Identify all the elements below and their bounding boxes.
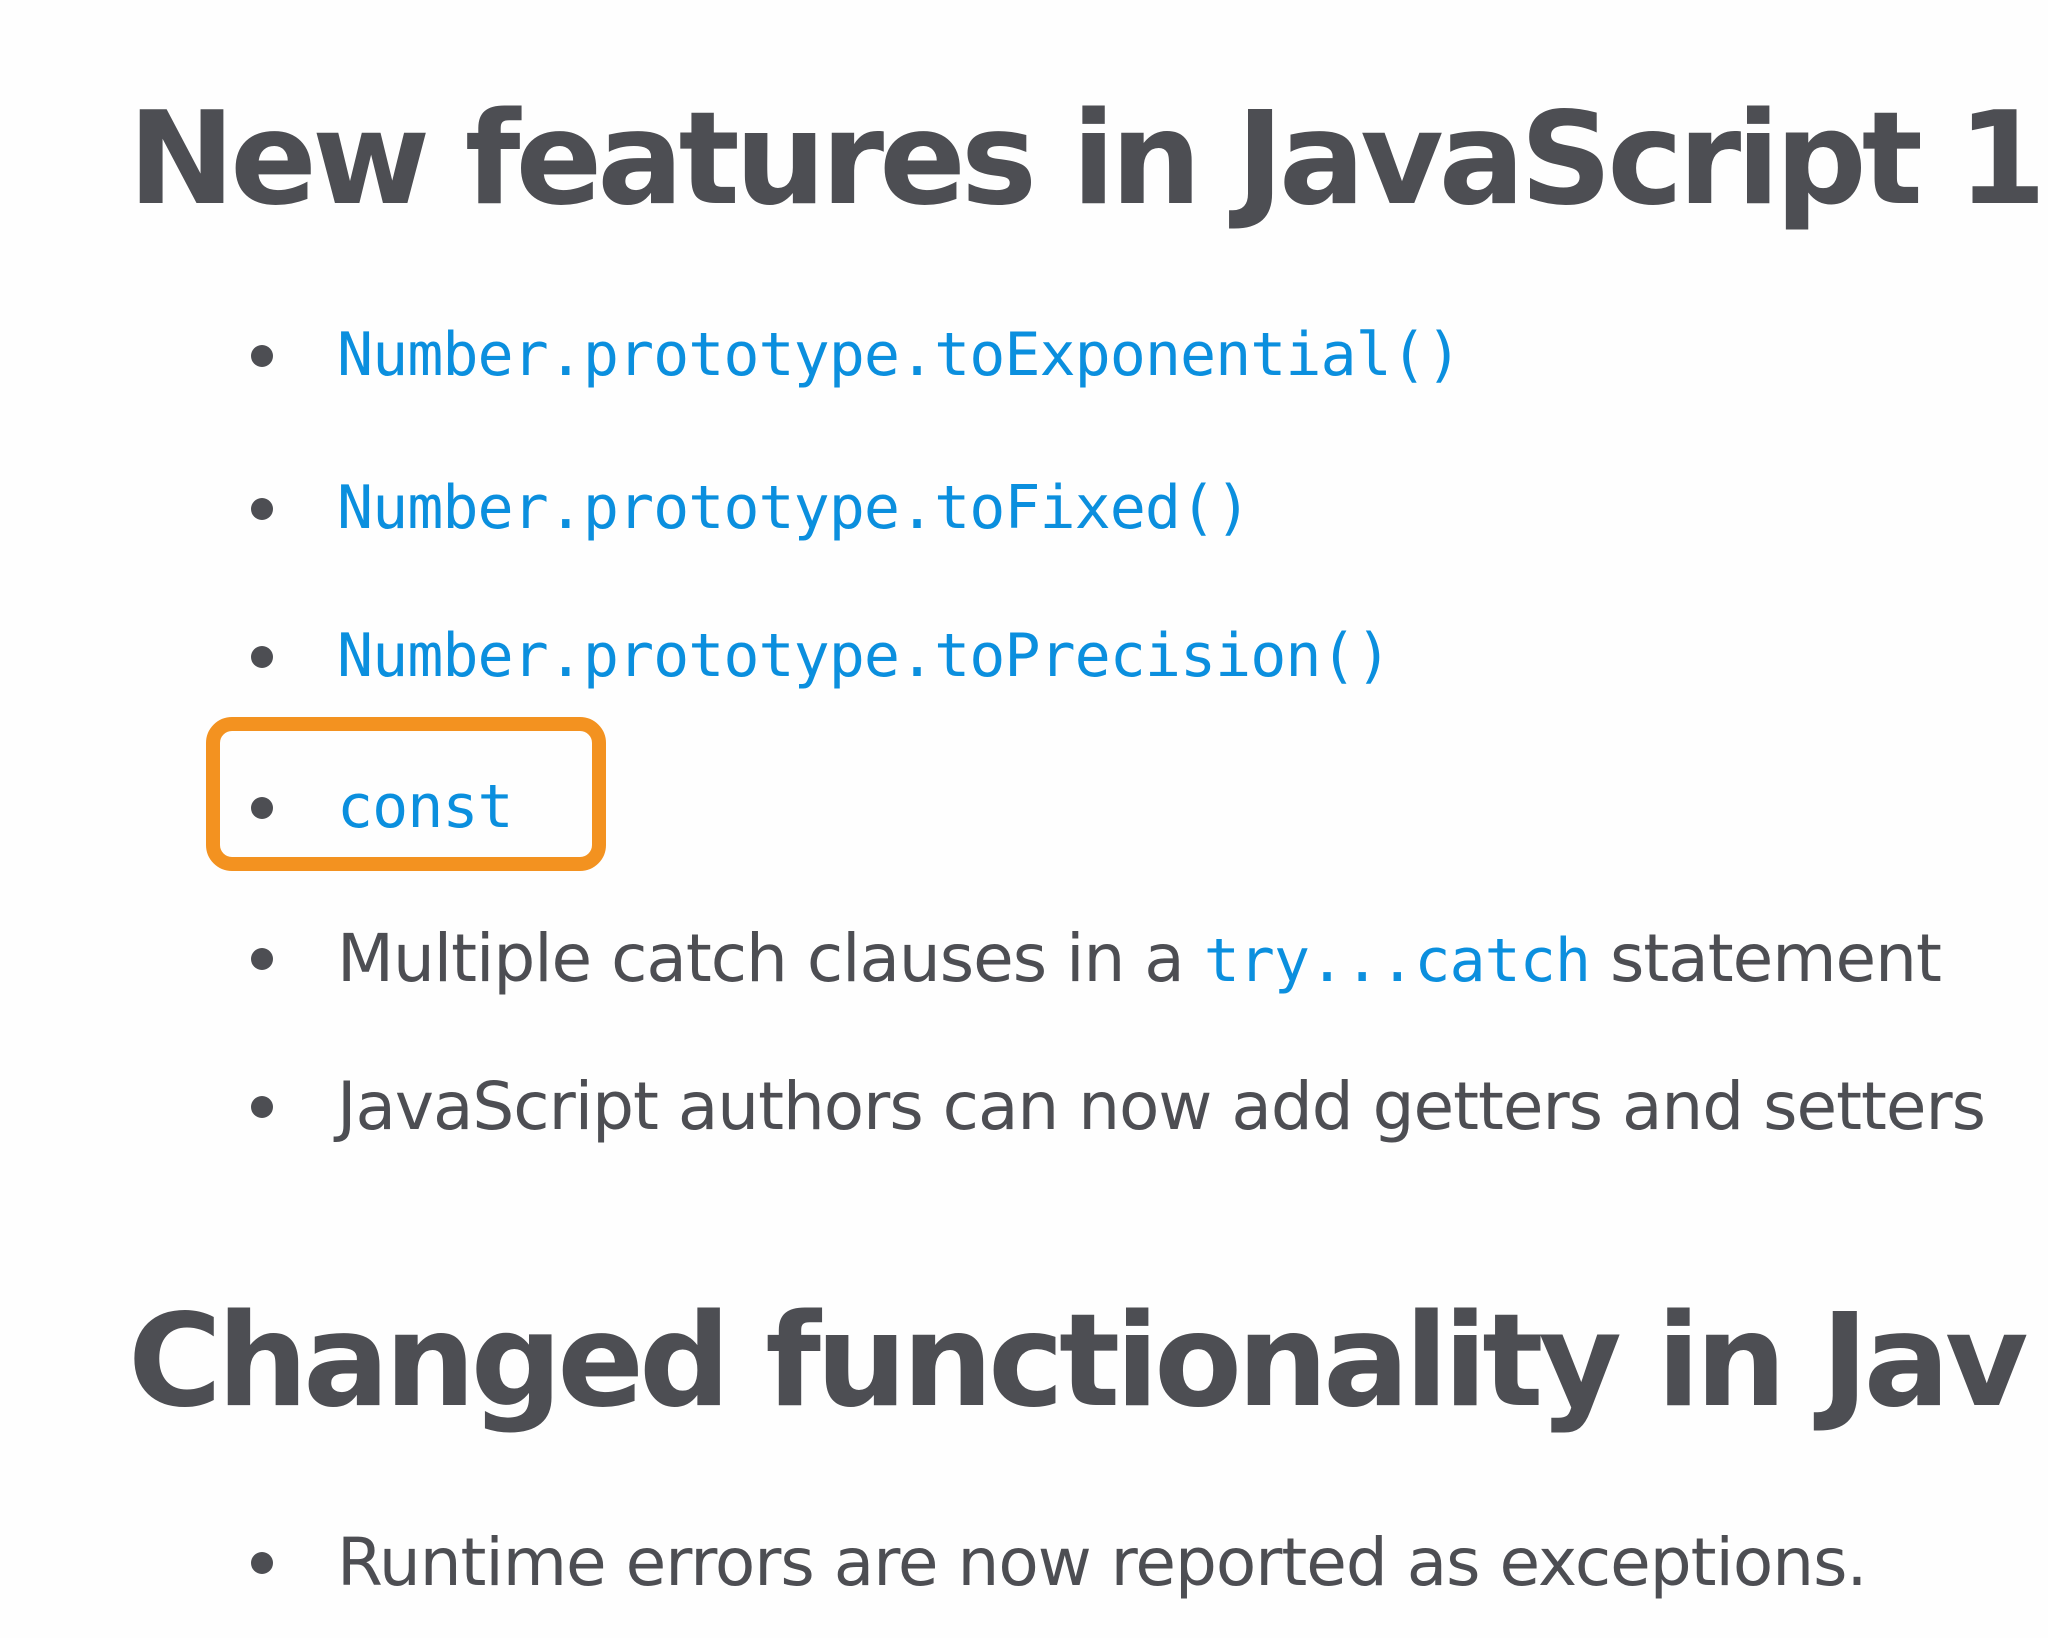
list-item: Multiple catch clauses in a try...catch … [251,918,1942,998]
bullet-icon [251,1096,273,1118]
link-number-toprecision[interactable]: Number.prototype.toPrecision() [337,621,1392,691]
text-after: statement [1590,919,1942,997]
link-try-catch[interactable]: try...catch [1204,926,1591,996]
list-item: Number.prototype.toExponential() [251,315,1462,395]
list-item-text: Multiple catch clauses in a try...catch … [337,919,1942,997]
link-number-tofixed[interactable]: Number.prototype.toFixed() [337,473,1251,543]
bullet-icon [251,1552,273,1574]
list-item: JavaScript authors can now add getters a… [251,1066,1986,1146]
link-number-toexponential[interactable]: Number.prototype.toExponential() [337,320,1462,390]
link-const[interactable]: const [337,772,514,842]
bullet-icon [251,345,273,367]
bullet-icon [251,797,273,819]
list-item: const [251,767,514,847]
bullet-icon [251,948,273,970]
bullet-icon [251,646,273,668]
list-item: Number.prototype.toFixed() [251,468,1251,548]
list-item-text: JavaScript authors can now add getters a… [337,1067,1986,1145]
text-before: Multiple catch clauses in a [337,919,1204,997]
list-item-text: Runtime errors are now reported as excep… [337,1523,1867,1601]
section-heading-new-features: New features in JavaScript 1 [128,85,2046,234]
section-heading-changed-functionality: Changed functionality in Jav [128,1287,2028,1436]
list-item: Runtime errors are now reported as excep… [251,1522,1867,1602]
page: New features in JavaScript 1 Number.prot… [0,0,2048,1638]
list-item: Number.prototype.toPrecision() [251,616,1392,696]
bullet-icon [251,498,273,520]
